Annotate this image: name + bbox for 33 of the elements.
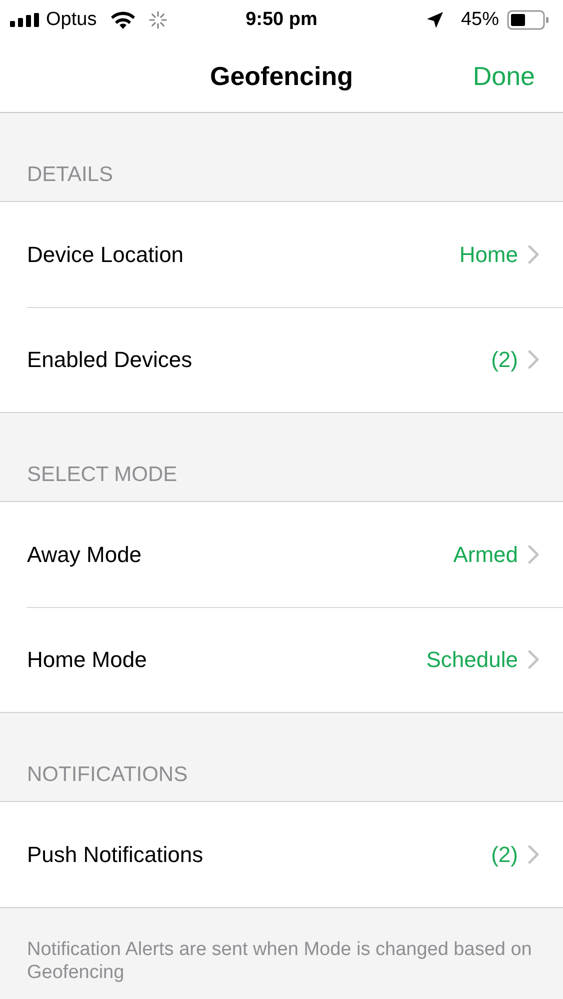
row-label: Device Location — [27, 242, 185, 268]
section-header: SELECT MODE — [26, 462, 178, 488]
settings-row[interactable]: Device Location Home — [0, 202, 563, 307]
settings-row[interactable]: Away Mode Armed — [0, 502, 563, 607]
location-arrow-icon — [426, 12, 443, 28]
screen-title: Geofencing — [210, 60, 353, 92]
row-value: Home — [459, 242, 518, 268]
footer-note: Notification Alerts are sent when Mode is changed based on Geofencing — [26, 938, 533, 984]
wifi-icon — [110, 11, 135, 29]
clock-time: 9:50 pm — [246, 9, 318, 30]
chevron-icon — [528, 650, 539, 669]
chevron-icon — [528, 245, 539, 264]
settings-row[interactable]: Home Mode Schedule — [0, 607, 563, 712]
chevron-icon — [528, 845, 539, 864]
battery-icon — [507, 10, 549, 30]
section-header: DETAILS — [26, 162, 114, 188]
battery-percentage: 45% — [460, 9, 499, 31]
row-value: (2) — [491, 346, 518, 372]
chevron-icon — [528, 350, 539, 369]
settings-row[interactable]: Push Notifications (2) — [0, 802, 563, 907]
signal-icon — [10, 13, 40, 27]
section-header: NOTIFICATIONS — [26, 762, 189, 788]
carrier-name: Optus — [46, 9, 97, 31]
row-label: Push Notifications — [27, 842, 204, 868]
loading-spinner-icon — [148, 11, 167, 29]
row-value: (2) — [491, 842, 518, 868]
row-label: Home Mode — [27, 646, 148, 672]
chevron-icon — [528, 545, 539, 564]
row-label: Away Mode — [27, 542, 143, 568]
settings-row[interactable]: Enabled Devices (2) — [0, 307, 563, 412]
row-label: Enabled Devices — [27, 346, 194, 372]
row-value: Schedule — [426, 646, 518, 672]
row-value: Armed — [453, 542, 518, 568]
